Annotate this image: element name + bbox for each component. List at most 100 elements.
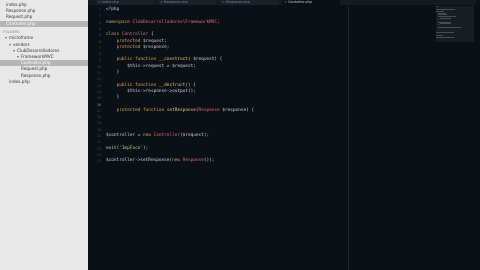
- file-item[interactable]: index.php: [0, 79, 88, 85]
- line-number: 7: [98, 45, 101, 50]
- file-item[interactable]: Response.php: [0, 73, 88, 79]
- line-number: 19: [96, 121, 101, 126]
- code-token: $controller =: [106, 133, 144, 138]
- code-token: function: [135, 57, 159, 63]
- code-line[interactable]: public function __destruct() {: [106, 82, 196, 88]
- code-line[interactable]: class Controller {: [106, 32, 154, 38]
- code-line[interactable]: }: [106, 95, 120, 101]
- code-token: protected: [106, 38, 144, 44]
- code-line[interactable]: protected function setResponse(Response …: [106, 107, 255, 113]
- disclosure-triangle-icon[interactable]: [5, 37, 7, 40]
- line-number: 24: [96, 152, 101, 157]
- code-line[interactable]: <?php: [106, 7, 120, 12]
- minimap-line: [439, 22, 452, 24]
- code-line[interactable]: $this->request = $request;: [106, 63, 196, 69]
- code-token: ());: [203, 158, 215, 164]
- code-line[interactable]: protected $request;: [106, 38, 167, 44]
- tab-bar: × index.php × Response.php × Response.php × Con…: [88, 0, 480, 5]
- code-token: $this->response->output();: [106, 88, 196, 94]
- code-token: namespace: [106, 19, 133, 25]
- code-token: new: [172, 158, 183, 164]
- code-token: ( $request) {: [187, 57, 223, 63]
- tree-item-label: Request.php: [21, 66, 48, 72]
- line-number-gutter: 1 2 3 4 5 6 7 8 9 10 11 12 13 14 15 16 17 18 19 20 21 22 23 24 2…: [88, 6, 102, 270]
- line-number: 25: [96, 159, 101, 164]
- code-token: __destruct: [158, 82, 186, 88]
- tab-index-php[interactable]: × index.php: [96, 0, 154, 5]
- code-token: () {: [185, 82, 196, 88]
- scrollbar[interactable]: [476, 0, 480, 270]
- minimap-line: [437, 13, 447, 15]
- code-token: <?php: [106, 7, 120, 12]
- code-token: new: [143, 133, 154, 138]
- line-number: 21: [96, 134, 101, 138]
- disclosure-triangle-icon[interactable]: [17, 55, 19, 58]
- tab-response-php[interactable]: × Response.php: [158, 0, 216, 5]
- minimap-line: [437, 26, 462, 28]
- minimap[interactable]: [436, 6, 472, 40]
- line-number: 14: [96, 89, 101, 94]
- code-token: exit(: [106, 145, 120, 151]
- code-line[interactable]: exit('ImpFace');: [106, 145, 149, 151]
- code-token: }: [106, 70, 120, 75]
- code-token: ($request);: [180, 133, 210, 138]
- line-number: 12: [96, 77, 101, 82]
- folder-item[interactable]: FrameworkMVC: [0, 54, 88, 60]
- line-number: 8: [98, 52, 101, 57]
- folder-item[interactable]: ClubDesarrolladores: [0, 48, 88, 54]
- close-tab-icon[interactable]: ×: [160, 0, 163, 5]
- file-item[interactable]: Request.php: [0, 66, 88, 72]
- close-tab-icon[interactable]: ×: [284, 0, 287, 5]
- disclosure-triangle-icon[interactable]: [13, 49, 15, 52]
- code-token: $response;: [143, 44, 170, 50]
- tab-controller-php[interactable]: × Controller.php: [282, 0, 340, 5]
- close-tab-icon[interactable]: ×: [222, 0, 225, 5]
- line-number: 5: [98, 33, 101, 38]
- file-item[interactable]: Controller.php: [0, 60, 88, 67]
- code-token: 'ImpFace': [119, 145, 144, 151]
- open-file-item[interactable]: index.php: [0, 2, 88, 8]
- line-number: 4: [98, 26, 101, 31]
- code-line[interactable]: $controller = new Controller($request);: [106, 133, 210, 138]
- line-number: 1: [98, 8, 101, 12]
- code-token: );: [143, 145, 149, 151]
- code-token: $response) {: [222, 107, 255, 113]
- line-number: 10: [96, 64, 101, 69]
- folder-item[interactable]: microframe: [0, 35, 88, 41]
- tree-item-label: ClubDesarrolladores: [17, 47, 60, 53]
- disclosure-triangle-icon[interactable]: [9, 43, 11, 46]
- code-line[interactable]: protected $response;: [106, 44, 170, 50]
- line-number: 3: [98, 20, 101, 25]
- minimap-line: [436, 6, 439, 7]
- code-line[interactable]: public function __construct( $request) {: [106, 57, 223, 63]
- code-token: }: [106, 95, 120, 101]
- line-number: 13: [96, 83, 101, 88]
- code-token: Response: [182, 158, 204, 164]
- wrap-guide: [348, 6, 349, 270]
- tree-item-label: FrameworkMVC: [21, 53, 54, 59]
- code-token: protected: [106, 107, 144, 113]
- code-line[interactable]: namespace ClubDesarrolladores\FrameworkM…: [106, 19, 220, 25]
- minimap-line: [436, 34, 444, 36]
- code-line[interactable]: }: [106, 70, 120, 75]
- close-tab-icon[interactable]: ×: [98, 0, 101, 5]
- folder-item[interactable]: vendors: [0, 42, 88, 48]
- line-number: 15: [96, 96, 101, 101]
- open-file-item[interactable]: Request.php: [0, 14, 88, 20]
- line-number: 20: [96, 127, 101, 132]
- code-token: $this->request = $request;: [106, 63, 196, 69]
- line-number: 11: [96, 71, 101, 75]
- open-file-item[interactable]: Response.php: [0, 8, 88, 14]
- open-file-item[interactable]: Controller.php: [0, 20, 88, 27]
- code-token: function: [135, 82, 159, 88]
- line-number: 23: [96, 146, 101, 151]
- tab-response-php[interactable]: × Response.php: [220, 0, 278, 5]
- code-token: $controller->setResponse(: [106, 158, 173, 164]
- line-number: 9: [98, 58, 101, 63]
- code-token: {: [150, 32, 154, 38]
- code-line[interactable]: $this->response->output();: [106, 88, 196, 94]
- line-number: 18: [96, 115, 101, 120]
- tree-item-label: microframe: [9, 35, 34, 41]
- code-token: public: [106, 57, 136, 63]
- code-line[interactable]: $controller->setResponse(new Response())…: [106, 158, 215, 164]
